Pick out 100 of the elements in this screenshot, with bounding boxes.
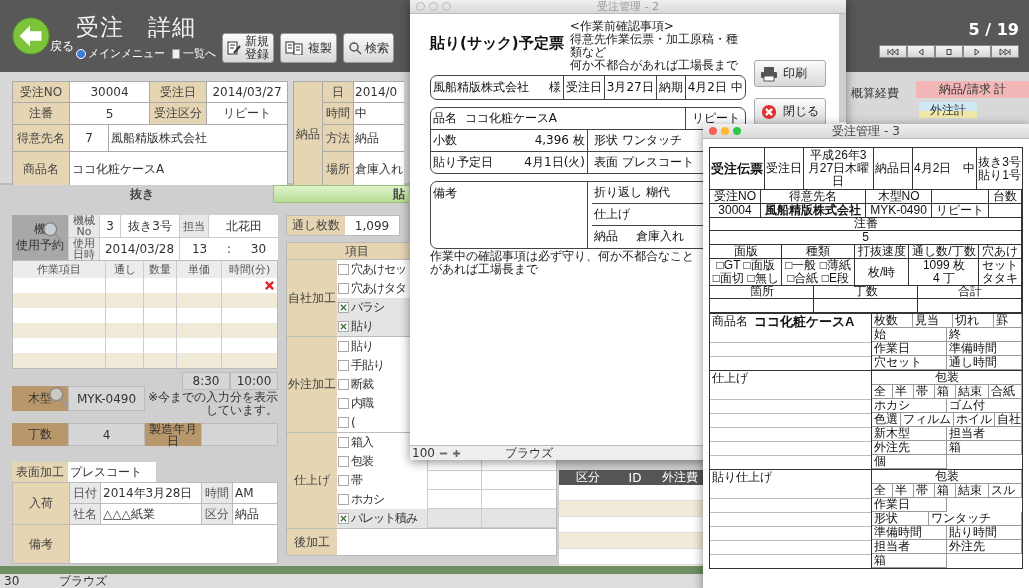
close-button[interactable]: 閉じる — [754, 98, 826, 125]
close-button[interactable] — [709, 127, 717, 135]
section-label: 仕上げ — [712, 372, 748, 385]
minute-value: 30 — [250, 242, 267, 256]
product-name: 品名 ココ化粧ケースA — [432, 109, 558, 127]
option-label: 貼り — [351, 338, 373, 355]
group-label: 自社加工 — [287, 260, 337, 336]
zoom-level: 100 — [412, 446, 435, 460]
checkbox[interactable] — [338, 321, 349, 332]
skip-forward-icon — [998, 47, 1012, 56]
product-name: ココ化粧ケースA — [754, 315, 855, 328]
mode-label: ブラウズ — [504, 444, 553, 462]
document-icon — [171, 48, 181, 59]
minimize-button[interactable] — [721, 127, 729, 135]
checkbox[interactable] — [338, 475, 349, 486]
search-button[interactable]: 検索 — [343, 33, 395, 63]
option-label: 穴あけタタ — [351, 280, 406, 297]
surface-value: プレスコート — [68, 462, 156, 482]
arrival-type: 納品 — [233, 504, 277, 524]
form-label: 納品日 — [874, 162, 911, 175]
checkbox[interactable] — [338, 283, 349, 294]
option-label: ( — [351, 415, 355, 430]
previous-page-button[interactable] — [907, 45, 935, 58]
honorific: 様 — [547, 78, 562, 96]
scheduled-date: 4月1日(火) — [523, 153, 586, 171]
field-label: 木型 — [12, 386, 68, 411]
form-cell-text: 罫 — [994, 314, 1009, 327]
checkbox[interactable] — [338, 437, 349, 448]
section-label: 商品名 — [712, 315, 748, 328]
form-cell: 切れ — [953, 314, 994, 327]
checkbox[interactable] — [338, 302, 349, 313]
time-total: 8:30 — [182, 372, 230, 390]
form-label: 通し数/丁数 — [912, 244, 976, 258]
page-title: 受注 詳細 — [76, 13, 197, 42]
footer-note: 作業中の確認事項は必ず守り、何か不都合なことがあれば工場長まで — [430, 249, 695, 277]
form-value: タタキ — [982, 272, 1019, 285]
form-cell-text: 自社 — [996, 413, 1022, 426]
field-label: 仕上げ — [593, 205, 631, 223]
option-label: 箱入 — [351, 434, 373, 451]
back-button[interactable]: 戻る — [12, 17, 74, 55]
field-label: 備考 — [13, 525, 69, 563]
arrival-time: AM — [233, 483, 277, 503]
quantity-unit: 枚 — [572, 131, 586, 149]
field-label: 備考 — [432, 184, 458, 202]
checkbox[interactable] — [338, 341, 349, 352]
form-cell-text: ゴム付 — [948, 399, 986, 412]
option-label: 手貼り — [351, 357, 384, 374]
checkbox[interactable] — [338, 379, 349, 390]
tab[interactable]: 貼 — [273, 185, 409, 203]
column-header: 作業項目 — [13, 261, 106, 278]
form-cell: フィルム — [901, 413, 954, 426]
checkbox[interactable] — [338, 360, 349, 371]
form-cell-text: 包装 — [933, 470, 960, 483]
date-field[interactable] — [201, 423, 278, 446]
checkbox[interactable] — [338, 417, 349, 428]
form-cell-text: 新木型 — [873, 427, 911, 440]
checkbox[interactable] — [338, 513, 349, 524]
form-cell-text: 箱 — [948, 441, 962, 454]
due-date: 4月2日 — [684, 75, 729, 99]
field-value: 中 — [354, 103, 404, 124]
field-label: 入荷 — [13, 483, 69, 524]
note-text: 得意先作業伝票・加工原稿・種類など — [569, 32, 739, 59]
field-label: 受注区分 — [150, 103, 206, 124]
field-label: 丁数 — [12, 423, 68, 446]
form-label: 木型NO — [877, 189, 920, 203]
field-label: 機械No — [69, 215, 99, 237]
surface-value: プレスコート — [621, 153, 695, 171]
print-button[interactable]: 印刷 — [754, 60, 826, 87]
next-page-button[interactable] — [963, 45, 991, 58]
remarks-field[interactable] — [70, 525, 277, 563]
checkbox[interactable] — [338, 398, 349, 409]
zoom-button[interactable] — [733, 127, 741, 135]
pass-count: 1,099 — [345, 216, 399, 235]
checkbox[interactable] — [338, 494, 349, 505]
copy-button[interactable]: 複製 — [280, 33, 338, 63]
form-cell-text: 外注先 — [948, 540, 986, 553]
form-value: □一般 □薄紙 — [785, 259, 852, 272]
new-button[interactable]: 新規登録 — [222, 33, 275, 63]
form-cell: 結束 — [956, 484, 989, 497]
first-page-button[interactable] — [879, 45, 907, 58]
field-label: 小数 — [432, 131, 458, 149]
zoom-in-icon[interactable] — [451, 448, 461, 458]
last-page-button[interactable] — [991, 45, 1019, 58]
list-link[interactable]: 一覧へ — [171, 46, 216, 61]
checkbox[interactable] — [338, 264, 349, 275]
order-date: 3月27日 — [603, 75, 656, 99]
scrollbar[interactable] — [839, 14, 846, 122]
field-label: 使用日時 — [69, 238, 99, 260]
form-label: 受注日 — [766, 162, 802, 175]
machine-name: 抜き3号 — [121, 215, 179, 237]
form-label: 受注NO — [714, 189, 757, 203]
delete-icon[interactable] — [265, 281, 274, 290]
main-menu-link[interactable]: メインメニュー — [76, 46, 165, 61]
die-number: MYK-0490 — [68, 386, 145, 411]
checkbox[interactable] — [338, 456, 349, 467]
machine-number: 3 — [100, 215, 120, 237]
form-cell-text: 個 — [873, 455, 887, 468]
field-label: 日 — [323, 82, 353, 102]
stop-button[interactable] — [935, 45, 963, 58]
field-label: 受注NO — [13, 82, 69, 102]
